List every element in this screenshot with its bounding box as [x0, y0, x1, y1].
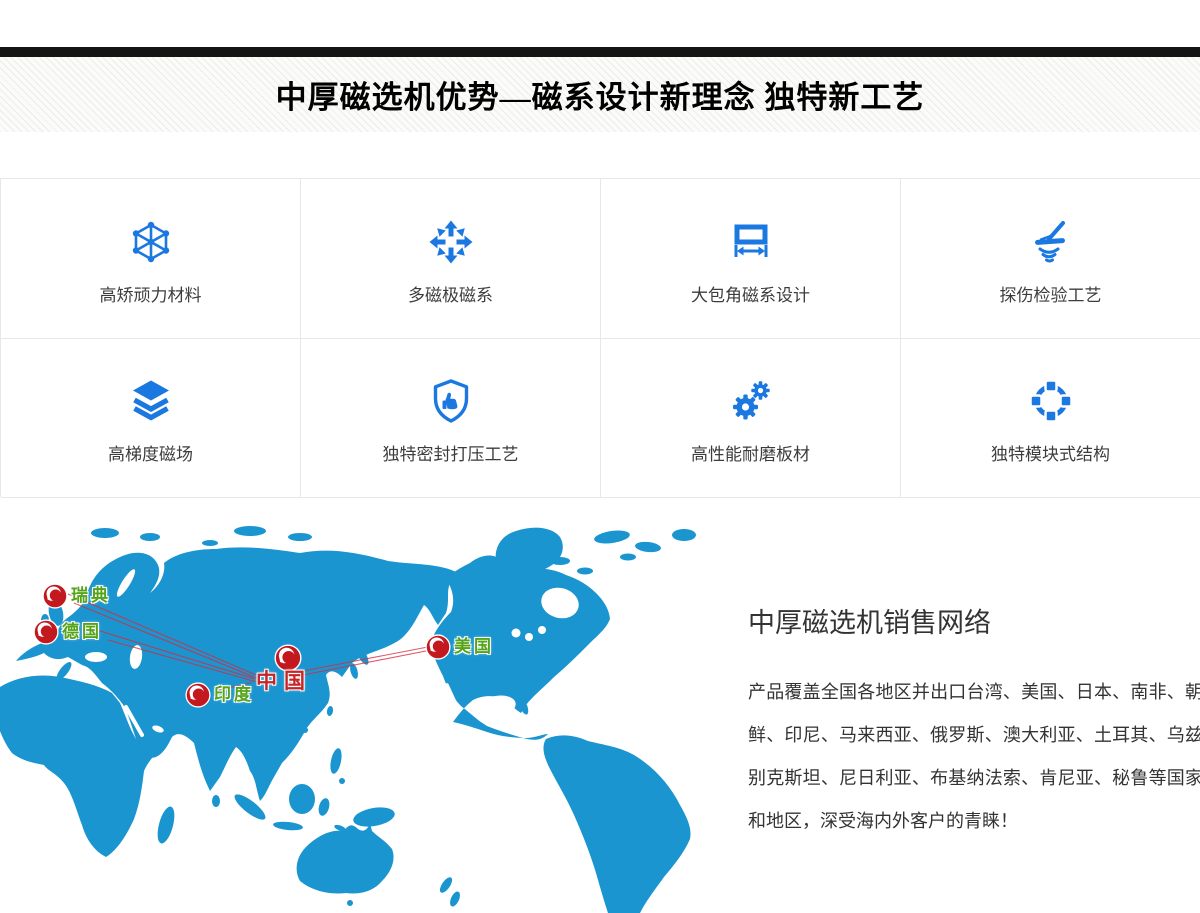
section-title-band: 中厚磁选机优势—磁系设计新理念 独特新工艺 — [0, 57, 1200, 132]
feature-cell: 大包角磁系设计 — [601, 179, 901, 339]
marker-label: 瑞典 — [71, 583, 111, 609]
marker-label: 中国 — [256, 670, 312, 694]
location-pin-icon — [185, 682, 211, 708]
arrows-out-icon — [427, 218, 475, 266]
page-title: 中厚磁选机优势—磁系设计新理念 独特新工艺 — [276, 72, 925, 117]
feature-cell: 高矫顽力材料 — [1, 179, 301, 339]
world-map: 瑞典 德国 印度 — [0, 523, 700, 913]
modules-icon — [1027, 377, 1075, 425]
map-marker-china: 中国 — [274, 644, 302, 672]
feature-label: 高梯度磁场 — [108, 440, 193, 465]
sales-network-heading: 中厚磁选机销售网络 — [748, 601, 991, 640]
export-routes — [0, 523, 700, 913]
feature-label: 探伤检验工艺 — [1000, 281, 1102, 306]
feature-label: 高矫顽力材料 — [100, 281, 202, 306]
feature-cell: 多磁极磁系 — [301, 179, 601, 339]
feature-cell: 高性能耐磨板材 — [601, 339, 901, 498]
gears-icon — [727, 377, 775, 425]
sales-text-line: 产品覆盖全国各地区并出口台湾、美国、日本、南非、朝 — [748, 671, 1200, 714]
sales-text-line: 鲜、印尼、马来西亚、俄罗斯、澳大利亚、土耳其、乌兹 — [748, 714, 1200, 757]
page: 中厚磁选机优势—磁系设计新理念 独特新工艺 高矫顽力材料 — [0, 0, 1200, 913]
feature-label: 独特模块式结构 — [991, 440, 1110, 465]
top-divider-bar — [0, 47, 1200, 57]
marker-label: 印度 — [214, 682, 254, 708]
map-marker-usa: 美国 — [425, 634, 494, 660]
feature-label: 多磁极磁系 — [408, 281, 493, 306]
map-marker-india: 印度 — [185, 682, 254, 708]
lattice-icon — [127, 218, 175, 266]
feature-cell: 独特模块式结构 — [901, 339, 1200, 498]
marker-label: 美国 — [454, 634, 494, 660]
flaw-detection-icon — [1027, 218, 1075, 266]
shield-thumb-icon — [427, 377, 475, 425]
sales-text-line: 和地区，深受海内外客户的青睐！ — [748, 800, 1200, 843]
feature-label: 独特密封打压工艺 — [383, 440, 519, 465]
location-pin-icon — [274, 644, 302, 672]
width-measure-icon — [727, 218, 775, 266]
sales-text-line: 别克斯坦、尼日利亚、布基纳法索、肯尼亚、秘鲁等国家 — [748, 757, 1200, 800]
feature-label: 大包角磁系设计 — [691, 281, 810, 306]
feature-cell: 高梯度磁场 — [1, 339, 301, 498]
feature-label: 高性能耐磨板材 — [691, 440, 810, 465]
map-marker-germany: 德国 — [33, 619, 102, 645]
marker-label: 德国 — [62, 619, 102, 645]
feature-cell: 独特密封打压工艺 — [301, 339, 601, 498]
sales-network-section: 瑞典 德国 印度 — [0, 497, 1200, 913]
map-marker-sweden: 瑞典 — [42, 583, 111, 609]
location-pin-icon — [425, 634, 451, 660]
location-pin-icon — [33, 619, 59, 645]
sales-network-paragraph: 产品覆盖全国各地区并出口台湾、美国、日本、南非、朝 鲜、印尼、马来西亚、俄罗斯、… — [748, 671, 1200, 843]
features-grid: 高矫顽力材料 多磁极磁系 — [0, 178, 1200, 497]
location-pin-icon — [42, 583, 68, 609]
feature-cell: 探伤检验工艺 — [901, 179, 1200, 339]
layers-icon — [127, 377, 175, 425]
